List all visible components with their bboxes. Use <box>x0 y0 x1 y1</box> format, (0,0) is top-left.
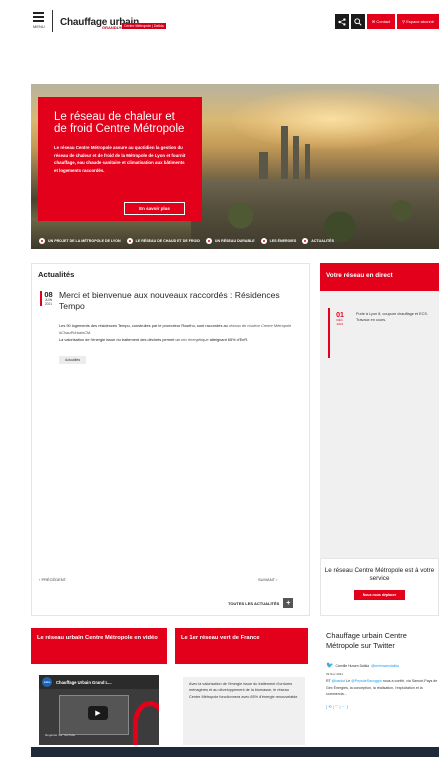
tower <box>305 144 310 181</box>
article-day: 08 <box>44 290 53 299</box>
logo-grand: GRAND <box>102 25 117 30</box>
hero-sky <box>231 89 431 149</box>
tweet-mention-1[interactable]: @banlut <box>332 679 345 683</box>
article-wrap: 08 JUIN 2021 Merci et bienvenue aux nouv… <box>39 269 303 369</box>
service-title: Le réseau Centre Métropole est à votre s… <box>324 567 435 582</box>
hero-title: Le réseau de chaleur et de froid Centre … <box>54 111 185 135</box>
all-news-link[interactable]: TOUTES LES ACTUALITÉS + <box>228 598 294 608</box>
article-body-3: atteignant 65% d'EnR. <box>208 336 249 342</box>
live-title: Votre réseau en direct <box>320 263 439 291</box>
news-section: Actualités 08 JUIN 2021 Merci et bienven… <box>31 263 310 616</box>
article-date: 08 JUIN 2021 <box>40 291 54 306</box>
tweet-date: 03 Nov 2021 <box>326 672 344 676</box>
arrow-circle-icon <box>205 238 212 244</box>
site-logo[interactable]: Chauffage urbain GRANDLYON Centre Métrop… <box>60 12 166 30</box>
video-player[interactable]: dalkia Chauffage Urbain Grand L... ▶ Reg… <box>39 675 159 745</box>
learn-more-button[interactable]: En savoir plus <box>124 202 185 215</box>
tweet-author: Carnifle Huwen Dalkia <box>335 663 370 668</box>
green-network-card: Le 1er réseau vert de France Avec la val… <box>175 628 308 745</box>
share-button[interactable] <box>334 14 349 29</box>
logo-tag-text: Centre Métropole <box>124 24 152 28</box>
article-body-1: Les 90 logements des résidences Tempo, c… <box>59 323 229 328</box>
green-card-text: Avec la valorisation de l'énergie issue … <box>183 677 305 745</box>
hero-link-label: ACTUALITÉS <box>311 239 334 243</box>
hero-link-energies[interactable]: LES ÉNERGIES <box>260 238 297 244</box>
hero-link-label: LE RÉSEAU DE CHAUD ET DE FROID <box>135 239 200 243</box>
hero-link-project[interactable]: UN PROJET DE LA MÉTROPOLE DE LYON <box>39 238 121 244</box>
video-top-bar: dalkia Chauffage Urbain Grand L... <box>39 675 159 689</box>
twitter-card: Chauffage urbain Centre Métropole sur Tw… <box>320 628 439 745</box>
logo-separator <box>52 10 53 32</box>
play-icon: ▶ <box>95 710 101 717</box>
live-item-text: Purle à Lyon 8, coupure chauffage et ECS… <box>356 312 428 322</box>
arrow-circle-icon <box>39 238 45 244</box>
article-body: Les 90 logements des résidences Tempo, c… <box>59 323 305 343</box>
previous-link[interactable]: ‹ PRÉCÉDENT <box>39 577 66 582</box>
article-mix-link[interactable]: mix énergétique <box>181 337 209 342</box>
menu-button[interactable]: MENU <box>33 12 47 30</box>
live-item[interactable]: 01 DÉC. 2021 Purle à Lyon 8, coupure cha… <box>328 308 439 358</box>
all-news-label: TOUTES LES ACTUALITÉS <box>228 600 280 606</box>
hero-text: Le réseau Centre Métropole assure au quo… <box>54 145 186 173</box>
footer-bar <box>31 747 439 757</box>
channel-avatar[interactable]: dalkia <box>42 677 52 687</box>
arrow-circle-icon <box>302 238 309 244</box>
share-icon <box>338 17 346 26</box>
twitter-title: Chauffage urbain Centre Métropole sur Tw… <box>326 631 407 650</box>
hamburger-icon-bar <box>33 20 44 22</box>
hero-link-network[interactable]: LE RÉSEAU DE CHAUD ET DE FROID <box>126 238 200 244</box>
live-item-date: 01 DÉC. 2021 <box>334 312 346 326</box>
play-button[interactable]: ▶ <box>88 706 108 720</box>
service-box: Le réseau Centre Métropole est à votre s… <box>320 558 439 616</box>
article-body-2: La valorisation de l'énergie issue du tr… <box>59 336 181 342</box>
menu-label: MENU <box>33 24 45 29</box>
hero-link-label: UN PROJET DE LA MÉTROPOLE DE LYON <box>48 239 121 243</box>
article-tag[interactable]: Actualités <box>59 356 87 364</box>
green-card-title: Le 1er réseau vert de France <box>175 628 308 664</box>
video-card: Le réseau urbain Centre Métropole en vid… <box>31 628 167 745</box>
logo-tag: Centre Métropole | Dalkia <box>122 23 166 29</box>
subscriber-space-button[interactable]: ⚲ Espace abonné <box>397 14 439 29</box>
tweet-handle: @lemhuwendalkia <box>371 663 399 668</box>
arrow-circle-icon <box>260 238 267 244</box>
hero-link-label: LES ÉNERGIES <box>269 239 297 243</box>
article-year: 2021 <box>44 302 53 306</box>
hero-link-sustainable[interactable]: UN RÉSEAU DURABLE <box>205 238 255 244</box>
tower <box>281 126 288 181</box>
tower <box>259 152 268 182</box>
watch-on-youtube[interactable]: Regarder sur YouTube <box>45 733 75 737</box>
tweet-actions[interactable]: [ ⟲ | ♡ | ⋯ ] <box>326 704 348 709</box>
tweet-author-row[interactable]: 🐦 Carnifle Huwen Dalkia @lemhuwendalkia <box>326 662 399 669</box>
search-icon <box>354 17 362 26</box>
video-logo-arc <box>133 701 159 745</box>
hero-card: Le réseau de chaleur et de froid Centre … <box>38 97 202 221</box>
article-title[interactable]: Merci et bienvenue aux nouveaux raccordé… <box>59 290 305 312</box>
video-title[interactable]: Chauffage Urbain Grand L... <box>56 680 112 685</box>
next-link[interactable]: SUIVANT › <box>258 577 277 582</box>
contact-button[interactable]: ✉ Contact <box>366 14 396 29</box>
logo-badge: Dalkia <box>153 24 164 28</box>
video-card-title: Le réseau urbain Centre Métropole en vid… <box>31 628 167 664</box>
hero-links: UN PROJET DE LA MÉTROPOLE DE LYON LE RÉS… <box>31 234 439 248</box>
tweet-mention-2[interactable]: @PeysdeSavoggin <box>351 679 382 683</box>
live-item-year: 2021 <box>336 321 344 326</box>
plus-icon: + <box>283 598 294 608</box>
hamburger-icon-bar <box>33 16 44 18</box>
twitter-bird-icon: 🐦 <box>326 663 334 669</box>
hero-link-label: UN RÉSEAU DURABLE <box>214 239 255 243</box>
live-network-section: Votre réseau en direct 01 DÉC. 2021 Purl… <box>320 263 439 616</box>
arrow-circle-icon <box>126 238 133 244</box>
search-button[interactable] <box>350 14 365 29</box>
tweet-text: RT @banlut Le @PeysdeSavoggin nous a con… <box>326 678 439 698</box>
tower <box>293 136 299 181</box>
site-header: MENU Chauffage urbain GRANDLYON Centre M… <box>0 0 439 52</box>
service-button[interactable]: Nous nous déplacer <box>353 590 406 600</box>
header-actions: ✉ Contact ⚲ Espace abonné <box>334 14 439 29</box>
hamburger-icon <box>33 12 44 14</box>
hero-link-news[interactable]: ACTUALITÉS <box>302 238 334 244</box>
